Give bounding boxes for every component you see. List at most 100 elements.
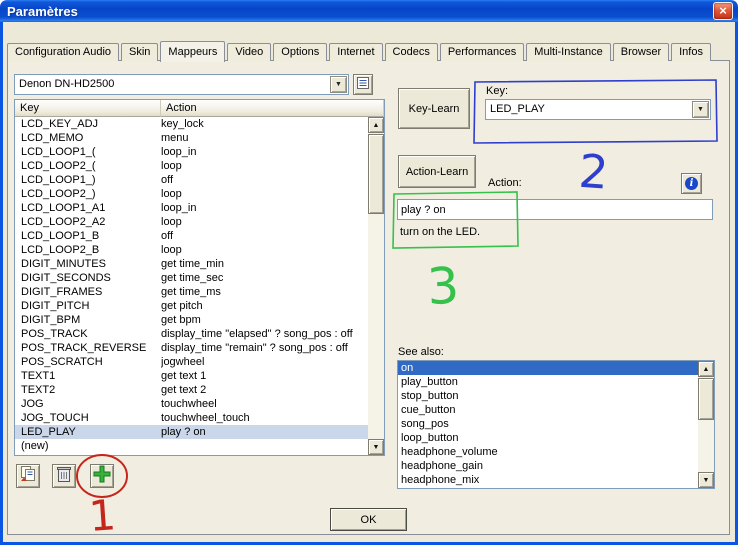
table-scrollbar-thumb[interactable] [368,134,384,214]
see-also-item[interactable]: headphone_gain [398,459,698,473]
key-label: Key: [486,85,508,97]
action-cell: loop [161,215,368,229]
add-mapping-button[interactable] [90,464,114,488]
chevron-down-icon[interactable]: ▼ [692,101,709,118]
action-cell: loop_in [161,201,368,215]
title-bar[interactable]: Paramètres × [0,0,738,22]
mapper-row[interactable]: DIGIT_FRAMESget time_ms [15,285,368,299]
see-also-item[interactable]: cue_button [398,403,698,417]
action-info-button[interactable]: i [681,173,702,194]
key-cell: DIGIT_BPM [15,313,161,327]
mapper-row[interactable]: POS_SCRATCHjogwheel [15,355,368,369]
column-header-key[interactable]: Key [15,100,161,117]
mapper-row[interactable]: TEXT1get text 1 [15,369,368,383]
key-cell: LCD_LOOP1_) [15,173,161,187]
key-cell: LCD_LOOP2_( [15,159,161,173]
mapper-row[interactable]: LCD_KEY_ADJkey_lock [15,117,368,131]
see-also-scrollbar[interactable]: ▲ ▼ [698,361,714,488]
tab-configuration-audio[interactable]: Configuration Audio [7,43,119,61]
mapper-row[interactable]: TEXT2get text 2 [15,383,368,397]
copy-mapper-icon [19,465,37,488]
mapper-row[interactable]: DIGIT_MINUTESget time_min [15,257,368,271]
action-cell: loop [161,243,368,257]
see-also-item[interactable]: headphone_volume [398,445,698,459]
action-learn-button[interactable]: Action-Learn [398,155,476,188]
scroll-down-icon[interactable]: ▼ [698,472,714,488]
key-learn-button[interactable]: Key-Learn [398,88,470,129]
ok-button[interactable]: OK [330,508,407,531]
mapper-row[interactable]: JOG_TOUCHtouchwheel_touch [15,411,368,425]
mapper-row[interactable]: JOGtouchwheel [15,397,368,411]
see-also-item[interactable]: play_button [398,375,698,389]
close-button[interactable]: × [713,2,733,20]
see-also-item[interactable]: headphone_mix [398,473,698,487]
key-cell: LCD_LOOP2_B [15,243,161,257]
mapper-row[interactable]: LED_PLAYplay ? on [15,425,368,439]
action-cell: loop [161,159,368,173]
tab-performances[interactable]: Performances [440,43,524,61]
tab-multi-instance[interactable]: Multi-Instance [526,43,610,61]
device-select-value: Denon DN-HD2500 [19,78,328,90]
mapper-row[interactable]: DIGIT_BPMget bpm [15,313,368,327]
mapper-row[interactable]: LCD_MEMOmenu [15,131,368,145]
mapper-row[interactable]: DIGIT_PITCHget pitch [15,299,368,313]
see-also-item[interactable]: song_pos [398,417,698,431]
tab-infos[interactable]: Infos [671,43,711,61]
action-cell: loop [161,187,368,201]
tab-internet[interactable]: Internet [329,43,382,61]
see-also-item[interactable]: loop_button [398,431,698,445]
column-header-action[interactable]: Action [161,100,384,117]
action-cell: jogwheel [161,355,368,369]
key-cell: DIGIT_MINUTES [15,257,161,271]
chevron-down-icon[interactable]: ▼ [330,76,347,93]
action-cell [161,439,368,453]
settings-window: Paramètres × Configuration AudioSkinMapp… [0,0,738,545]
device-select[interactable]: Denon DN-HD2500 ▼ [14,74,349,95]
mapper-row[interactable]: LCD_LOOP1_A1loop_in [15,201,368,215]
mapper-row[interactable]: POS_TRACK_REVERSEdisplay_time "remain" ?… [15,341,368,355]
table-header: Key Action [15,100,384,117]
key-cell: LCD_LOOP1_B [15,229,161,243]
mapping-table: Key Action LCD_KEY_ADJkey_lockLCD_MEMOme… [14,99,385,456]
mapper-row[interactable]: LCD_LOOP2_)loop [15,187,368,201]
see-also-scrollbar-thumb[interactable] [698,378,714,420]
mapper-row[interactable]: LCD_LOOP1_(loop_in [15,145,368,159]
action-cell: get text 2 [161,383,368,397]
scroll-up-icon[interactable]: ▲ [698,361,714,377]
key-cell: LCD_LOOP2_) [15,187,161,201]
action-label: Action: [488,177,522,189]
see-also-item[interactable]: on [398,361,698,375]
mapper-table-body: LCD_KEY_ADJkey_lockLCD_MEMOmenuLCD_LOOP1… [15,117,368,455]
delete-mapping-button[interactable] [52,464,76,488]
key-cell: LCD_LOOP1_A1 [15,201,161,215]
tab-mappeurs[interactable]: Mappeurs [160,41,225,62]
mapper-list-button[interactable] [353,74,373,95]
key-select-value: LED_PLAY [490,103,690,115]
key-cell: TEXT2 [15,383,161,397]
mapper-row[interactable]: LCD_LOOP2_A2loop [15,215,368,229]
table-scrollbar[interactable]: ▲ ▼ [368,117,384,455]
tab-video[interactable]: Video [227,43,271,61]
mapper-row[interactable]: LCD_LOOP2_Bloop [15,243,368,257]
see-also-item[interactable]: stop_button [398,389,698,403]
mapper-row[interactable]: POS_TRACKdisplay_time "elapsed" ? song_p… [15,327,368,341]
action-input[interactable] [397,199,713,220]
key-cell: LED_PLAY [15,425,161,439]
mapper-row[interactable]: LCD_LOOP1_)off [15,173,368,187]
action-cell: get time_min [161,257,368,271]
tab-skin[interactable]: Skin [121,43,158,61]
copy-mapper-button[interactable] [16,464,40,488]
tab-browser[interactable]: Browser [613,43,669,61]
mapper-row[interactable]: DIGIT_SECONDSget time_sec [15,271,368,285]
action-cell: display_time "elapsed" ? song_pos : off [161,327,368,341]
mapper-row[interactable]: (new) [15,439,368,453]
tab-options[interactable]: Options [273,43,327,61]
key-select[interactable]: LED_PLAY ▼ [485,99,711,120]
action-cell: menu [161,131,368,145]
tab-codecs[interactable]: Codecs [385,43,438,61]
scroll-down-icon[interactable]: ▼ [368,439,384,455]
scroll-up-icon[interactable]: ▲ [368,117,384,133]
mapper-row[interactable]: LCD_LOOP2_(loop [15,159,368,173]
dialog-body: Configuration AudioSkinMappeursVideoOpti… [0,22,738,545]
mapper-row[interactable]: LCD_LOOP1_Boff [15,229,368,243]
